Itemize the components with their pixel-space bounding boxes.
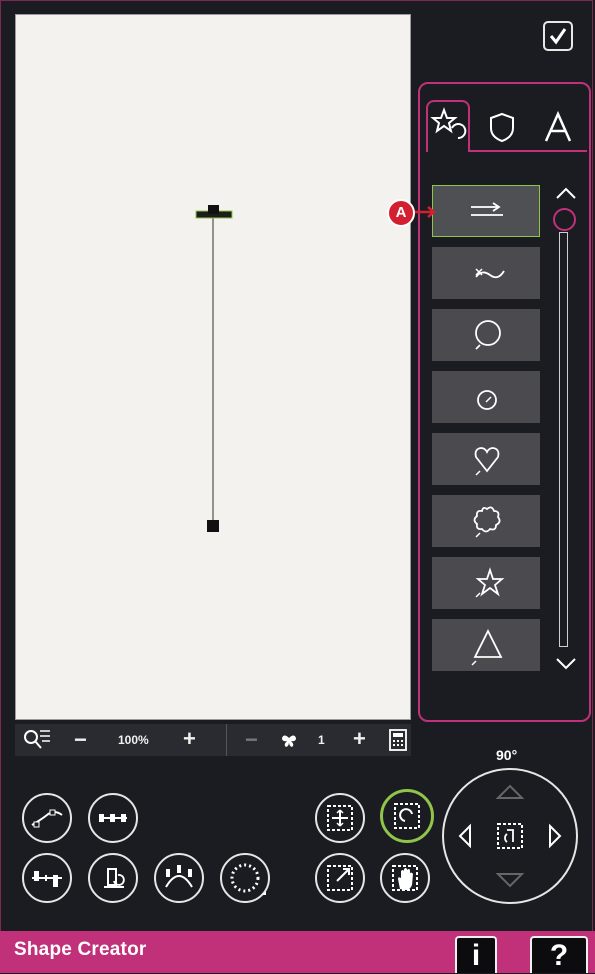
- tab-text[interactable]: [541, 110, 575, 144]
- wheel-center-icon[interactable]: [497, 823, 523, 849]
- dotted-circle-icon: [230, 863, 266, 895]
- shape-heart-button[interactable]: [432, 433, 540, 485]
- toolbar-divider: [226, 724, 227, 756]
- arc-node-icon: [165, 865, 193, 888]
- scale-button[interactable]: [315, 853, 365, 903]
- triangle-shape-icon: [471, 628, 503, 666]
- heart-shape-icon: [474, 447, 500, 476]
- zoom-value: 100%: [118, 733, 149, 747]
- line-shape[interactable]: [16, 15, 412, 721]
- tab-shapes[interactable]: [426, 100, 470, 152]
- circle-nodes-button[interactable]: [220, 853, 270, 903]
- center-design-icon: [327, 805, 353, 831]
- rotate-design-icon: [394, 803, 420, 829]
- rotate-node-button[interactable]: [88, 853, 138, 903]
- shield-icon: [490, 112, 514, 143]
- callout-label-a: A: [387, 199, 415, 227]
- design-canvas[interactable]: [15, 14, 411, 720]
- shape-small-circle-button[interactable]: [432, 371, 540, 423]
- scroll-down-icon[interactable]: [555, 657, 577, 671]
- move-down-icon[interactable]: [495, 873, 525, 888]
- circle-shape-icon: [475, 320, 501, 350]
- confirm-button[interactable]: [543, 21, 573, 51]
- pan-button[interactable]: [380, 853, 430, 903]
- letter-a-icon: [544, 110, 572, 142]
- shape-flower-button[interactable]: [432, 495, 540, 547]
- hand-icon: [392, 865, 418, 891]
- repeat-minus-button[interactable]: −: [245, 727, 258, 753]
- star-shapes-icon: [430, 107, 467, 140]
- line-start-node[interactable]: [208, 205, 219, 214]
- repeat-count: 1: [318, 733, 325, 747]
- straight-line-icon: [471, 202, 503, 216]
- shape-line-button[interactable]: [432, 185, 540, 237]
- scroll-up-icon[interactable]: [555, 186, 577, 200]
- scale-design-icon: [327, 865, 353, 891]
- rotate-node-icon: [104, 868, 125, 888]
- center-button[interactable]: [315, 793, 365, 843]
- shape-circle-button[interactable]: [432, 309, 540, 361]
- add-node-button[interactable]: [22, 853, 72, 903]
- shape-triangle-button[interactable]: [432, 619, 540, 671]
- add-node-icon: [32, 871, 62, 887]
- rotate-mode-button[interactable]: [380, 789, 434, 843]
- straight-node-button[interactable]: [88, 793, 138, 843]
- curve-node-icon: [31, 809, 63, 828]
- butterfly-icon: [282, 735, 296, 747]
- quick-help-button[interactable]: ?: [530, 936, 588, 973]
- wave-line-icon: [475, 268, 505, 279]
- shape-wave-button[interactable]: [432, 247, 540, 299]
- rotation-angle: 90°: [496, 747, 518, 763]
- shape-star-button[interactable]: [432, 557, 540, 609]
- move-up-icon[interactable]: [495, 784, 525, 799]
- tab-outline[interactable]: [487, 110, 517, 144]
- callout-arrow: [412, 206, 436, 218]
- small-circle-shape-icon: [477, 390, 497, 410]
- checkmark-icon: [549, 28, 567, 45]
- curve-tool-button[interactable]: [22, 793, 72, 843]
- app-title: Shape Creator: [14, 939, 147, 960]
- calculator-icon[interactable]: [389, 729, 407, 751]
- zoom-out-button[interactable]: −: [74, 727, 87, 753]
- scroll-thumb[interactable]: [553, 208, 576, 231]
- info-button[interactable]: i: [455, 936, 497, 973]
- scroll-track[interactable]: [559, 232, 568, 647]
- node-line-icon: [99, 814, 127, 822]
- zoom-in-button[interactable]: +: [183, 726, 196, 752]
- line-end-node[interactable]: [207, 520, 219, 532]
- repeat-plus-button[interactable]: +: [353, 726, 366, 752]
- wheel-arrows: [458, 784, 562, 888]
- flower-shape-icon: [473, 506, 501, 538]
- arc-node-button[interactable]: [154, 853, 204, 903]
- zoom-options-icon[interactable]: [22, 727, 52, 753]
- rotate-left-icon[interactable]: [458, 823, 471, 849]
- star-shape-icon: [475, 567, 505, 598]
- rotate-right-icon[interactable]: [549, 823, 562, 849]
